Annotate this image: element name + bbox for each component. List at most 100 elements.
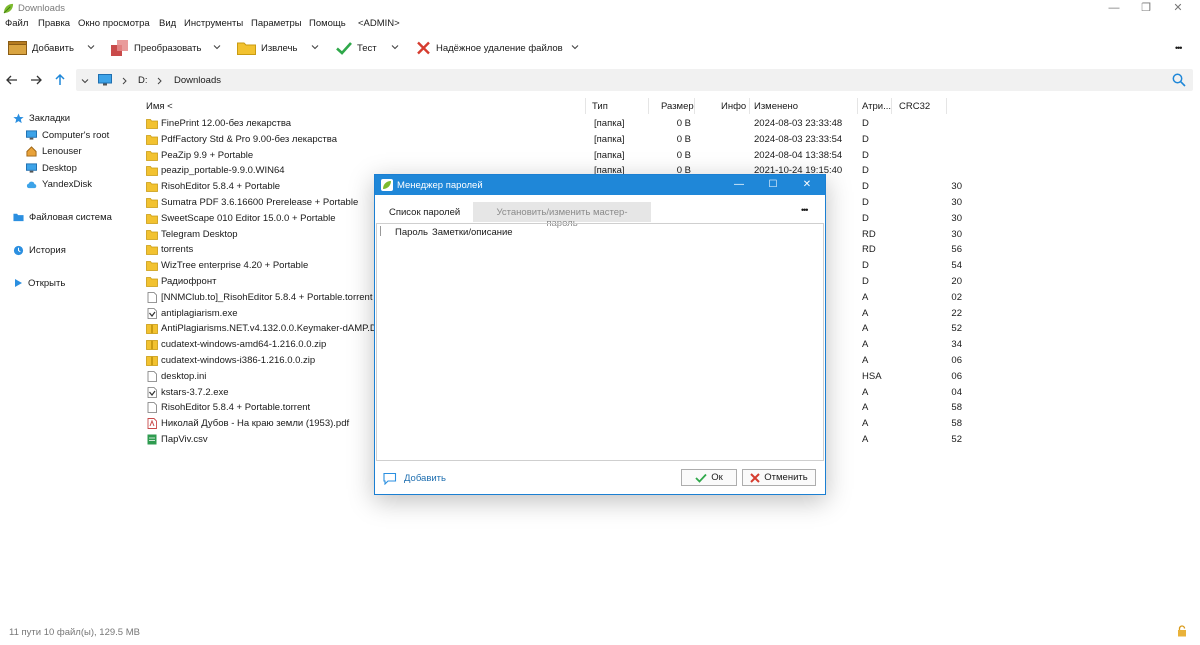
more-options-icon[interactable]: ••• — [801, 205, 809, 215]
more-options-icon[interactable]: ••• — [1175, 43, 1183, 53]
address-field[interactable]: D: Downloads — [76, 69, 1193, 91]
sidebar-filesystem[interactable]: Файловая система — [13, 210, 112, 224]
sidebar-item-computer-root[interactable]: Computer's root — [26, 128, 109, 142]
file-attributes: A — [862, 323, 869, 335]
column-separator[interactable] — [857, 98, 858, 114]
column-info[interactable]: Инфо — [721, 101, 746, 112]
sidebar-item-yandexdisk[interactable]: YandexDisk — [26, 177, 92, 191]
chevron-down-icon[interactable] — [81, 77, 89, 85]
tab-password-list[interactable]: Список паролей — [381, 202, 469, 222]
menu-tools[interactable]: Инструменты — [184, 18, 243, 29]
column-type[interactable]: Тип — [592, 101, 608, 112]
cancel-button[interactable]: Отменить — [742, 469, 816, 486]
test-button[interactable]: Тест — [336, 38, 377, 58]
file-modified: 52 — [951, 323, 962, 335]
file-attributes: A — [862, 386, 869, 398]
sidebar-open[interactable]: Открыть — [13, 276, 65, 290]
peazip-app-icon — [3, 3, 14, 14]
column-size[interactable]: Размер — [661, 101, 694, 112]
column-separator[interactable] — [648, 98, 649, 114]
extract-button[interactable]: Извлечь — [237, 38, 297, 58]
folder-icon — [146, 261, 158, 272]
column-notes[interactable]: Заметки/описание — [432, 227, 513, 238]
maximize-icon[interactable]: ❐ — [1138, 1, 1154, 15]
folder-icon — [146, 245, 158, 256]
file-attributes: D — [862, 276, 869, 287]
column-name[interactable]: Имя < — [146, 101, 173, 112]
ok-label: Ок — [711, 472, 723, 483]
column-separator[interactable] — [946, 98, 947, 114]
search-icon[interactable] — [1172, 73, 1186, 87]
up-arrow-icon[interactable] — [53, 73, 67, 87]
file-modified: 56 — [951, 244, 962, 256]
file-attributes: D — [862, 133, 869, 145]
close-icon[interactable]: ✕ — [800, 178, 814, 192]
folder-icon — [146, 134, 158, 145]
cloud-icon — [26, 181, 37, 188]
secure-delete-button[interactable]: Надёжное удаление файлов — [416, 38, 563, 58]
convert-button[interactable]: Преобразовать — [111, 38, 201, 58]
password-grid[interactable]: Пароль Заметки/описание — [376, 223, 824, 461]
sidebar-item-lenouser[interactable]: Lenouser — [26, 144, 82, 158]
cancel-label: Отменить — [764, 472, 808, 483]
sidebar-bookmarks-label: Закладки — [29, 112, 71, 124]
minimize-icon[interactable]: — — [1106, 1, 1122, 15]
file-name: PeaZip 9.9 + Portable — [161, 149, 254, 161]
menu-browser[interactable]: Окно просмотра — [78, 18, 150, 29]
sidebar-bookmarks[interactable]: Закладки — [13, 111, 70, 125]
sidebar-history[interactable]: История — [13, 243, 66, 257]
add-password-button[interactable]: Добавить — [383, 470, 446, 486]
column-attributes[interactable]: Атри... — [862, 101, 891, 112]
file-attributes: A — [862, 418, 869, 430]
chevron-down-icon[interactable] — [391, 43, 399, 51]
menu-file[interactable]: Файл — [5, 18, 28, 29]
menu-help[interactable]: Помощь — [309, 18, 346, 29]
file-type: [папка] — [594, 118, 625, 129]
executable-icon — [147, 307, 157, 319]
menu-admin[interactable]: <ADMIN> — [358, 18, 400, 29]
column-password[interactable]: Пароль — [395, 227, 428, 238]
column-modified[interactable]: Изменено — [754, 101, 798, 112]
column-separator[interactable] — [585, 98, 586, 114]
file-attributes: A — [862, 291, 869, 303]
breadcrumb-drive[interactable]: D: — [138, 75, 148, 86]
table-row[interactable]: PeaZip 9.9 + Portable [папка] 0 B 2024-08-0… — [140, 148, 960, 164]
file-modified: 54 — [951, 260, 962, 272]
file-modified: 58 — [951, 402, 962, 414]
folder-icon — [146, 119, 158, 129]
minimize-icon[interactable]: — — [732, 178, 746, 192]
tab-master-password[interactable]: Установить/изменить мастер-пароль — [473, 202, 651, 229]
ok-button[interactable]: Ок — [681, 469, 737, 486]
file-name: WizTree enterprise 4.20 + Portable — [161, 260, 309, 272]
convert-icon — [111, 40, 128, 56]
file-attributes: D — [862, 118, 869, 129]
maximize-icon[interactable]: ☐ — [766, 178, 780, 192]
file-name: Николай Дубов - На краю земли (1953).pdf — [161, 418, 350, 430]
folder-icon — [146, 229, 158, 240]
column-separator[interactable] — [749, 98, 750, 114]
chevron-down-icon[interactable] — [213, 43, 221, 51]
menu-edit[interactable]: Правка — [38, 18, 70, 29]
column-header-row: Имя < Тип Размер Инфо Изменено Атри... C… — [140, 98, 950, 114]
table-row[interactable]: FinePrint 12.00-без лекарства [папка] 0 B 2… — [140, 116, 960, 132]
sidebar-item-desktop[interactable]: Desktop — [26, 161, 77, 175]
column-crc32[interactable]: CRC32 — [899, 101, 930, 112]
table-row[interactable]: PdfFactory Std & Pro 9.00-без лекарства [… — [140, 132, 960, 148]
column-separator[interactable] — [891, 98, 892, 114]
menu-view[interactable]: Вид — [159, 18, 176, 29]
chevron-down-icon[interactable] — [311, 43, 319, 51]
file-modified: 52 — [951, 434, 962, 445]
chevron-down-icon[interactable] — [87, 43, 95, 51]
file-name: Telegram Desktop — [161, 228, 238, 240]
column-separator[interactable] — [694, 98, 695, 114]
menu-options[interactable]: Параметры — [251, 18, 302, 29]
forward-arrow-icon[interactable] — [29, 73, 43, 87]
chevron-down-icon[interactable] — [571, 43, 579, 51]
file-modified: 2024-08-03 23:33:54 — [754, 133, 843, 145]
lock-icon[interactable] — [1177, 625, 1187, 637]
breadcrumb-folder[interactable]: Downloads — [174, 75, 221, 86]
close-icon[interactable]: ✕ — [1170, 1, 1186, 15]
checkmark-icon — [336, 42, 352, 55]
back-arrow-icon[interactable] — [5, 73, 19, 87]
add-button[interactable]: Добавить — [8, 38, 74, 58]
